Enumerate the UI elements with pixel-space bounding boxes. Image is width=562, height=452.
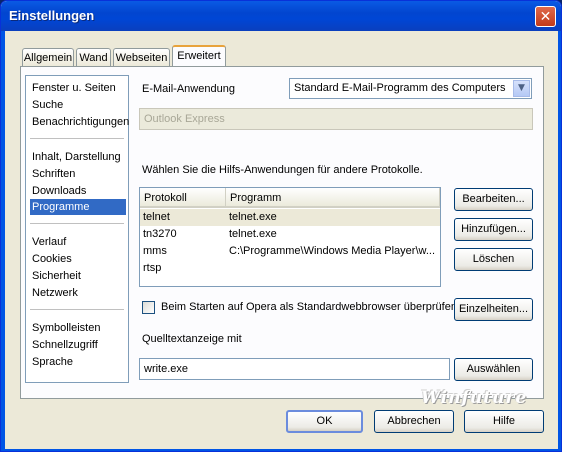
title-bar[interactable]: Einstellungen ✕ — [1, 1, 561, 31]
source-viewer-input[interactable]: write.exe — [139, 358, 450, 380]
protocol-cell: telnet — [143, 211, 170, 223]
program-cell: telnet.exe — [229, 211, 277, 223]
category-separator — [30, 138, 124, 139]
tab-erweitert[interactable]: Erweitert — [172, 45, 226, 67]
category-symbolleisten[interactable]: Symbolleisten — [32, 320, 100, 336]
program-cell: telnet.exe — [229, 228, 277, 240]
source-viewer-label: Quelltextanzeige mit — [142, 333, 242, 345]
email-app-value: Standard E-Mail-Programm des Computers — [294, 82, 506, 94]
category-downloads[interactable]: Downloads — [32, 183, 86, 199]
category-netzwerk[interactable]: Netzwerk — [32, 285, 78, 301]
table-row[interactable]: tn3270 telnet.exe — [140, 226, 440, 243]
window-title: Einstellungen — [9, 8, 95, 23]
add-button[interactable]: Hinzufügen... — [454, 218, 533, 241]
email-app-label: E-Mail-Anwendung — [142, 83, 235, 95]
category-benachrichtigungen[interactable]: Benachrichtigungen — [32, 114, 129, 130]
email-client-value: Outlook Express — [144, 113, 225, 125]
table-row[interactable]: rtsp — [140, 260, 440, 277]
watermark-logo: Winfuture — [421, 388, 528, 408]
ok-button[interactable]: OK — [286, 410, 363, 433]
default-browser-label[interactable]: Beim Starten auf Opera als Standardwebbr… — [161, 301, 457, 313]
category-sprache[interactable]: Sprache — [32, 354, 73, 370]
category-verlauf[interactable]: Verlauf — [32, 234, 66, 250]
window-border-right — [558, 31, 561, 451]
help-button[interactable]: Hilfe — [464, 410, 544, 433]
category-schriften[interactable]: Schriften — [32, 166, 75, 182]
protocol-cell: mms — [143, 245, 167, 257]
tab-webseiten[interactable]: Webseiten — [113, 48, 170, 66]
column-header-protocol[interactable]: Protokoll — [140, 188, 226, 208]
category-list: Fenster u. Seiten Suche Benachrichtigung… — [25, 75, 129, 383]
settings-dialog: Einstellungen ✕ Allgemein Wand Webseiten… — [0, 0, 562, 452]
window-border-left — [1, 31, 5, 451]
protocols-intro: Wählen Sie die Hilfs-Anwendungen für and… — [142, 164, 423, 176]
details-button[interactable]: Einzelheiten... — [454, 298, 533, 321]
column-header-program[interactable]: Programm — [226, 188, 440, 208]
category-separator — [30, 309, 124, 310]
tab-wand[interactable]: Wand — [76, 48, 111, 66]
category-suche[interactable]: Suche — [32, 97, 63, 113]
table-row[interactable]: mms C:\Programme\Windows Media Player\w.… — [140, 243, 440, 260]
program-cell: C:\Programme\Windows Media Player\w... — [229, 245, 436, 257]
choose-button[interactable]: Auswählen — [454, 358, 533, 381]
close-icon[interactable]: ✕ — [535, 6, 556, 27]
default-browser-checkbox[interactable] — [142, 301, 155, 314]
email-app-select[interactable]: Standard E-Mail-Programm des Computers ▼ — [289, 78, 532, 99]
delete-button[interactable]: Löschen — [454, 248, 533, 271]
category-inhalt[interactable]: Inhalt, Darstellung — [32, 149, 121, 165]
table-row[interactable]: telnet telnet.exe — [140, 209, 440, 226]
protocol-cell: tn3270 — [143, 228, 177, 240]
email-client-field: Outlook Express — [139, 108, 533, 130]
protocol-cell: rtsp — [143, 262, 162, 274]
category-separator — [30, 223, 124, 224]
category-cookies[interactable]: Cookies — [32, 251, 72, 267]
source-viewer-value: write.exe — [144, 363, 189, 375]
category-programme[interactable]: Programme — [30, 199, 126, 215]
category-schnellzugriff[interactable]: Schnellzugriff — [32, 337, 98, 353]
category-sicherheit[interactable]: Sicherheit — [32, 268, 81, 284]
cancel-button[interactable]: Abbrechen — [374, 410, 454, 433]
edit-button[interactable]: Bearbeiten... — [454, 188, 533, 211]
chevron-down-icon[interactable]: ▼ — [513, 80, 530, 97]
protocol-table: Protokoll Programm telnet telnet.exe tn3… — [139, 187, 441, 287]
tab-allgemein[interactable]: Allgemein — [22, 48, 74, 66]
category-fenster[interactable]: Fenster u. Seiten — [32, 80, 116, 96]
